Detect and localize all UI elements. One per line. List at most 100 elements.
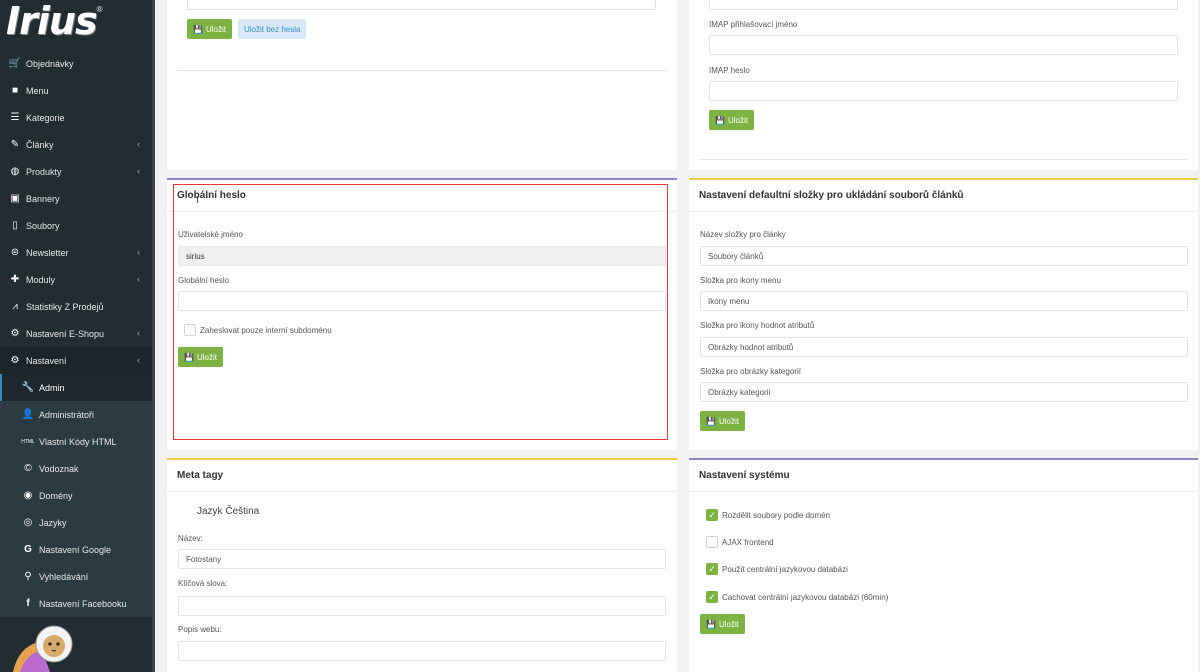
split-files-option[interactable]: ✓ Rozdělit soubory podle domén <box>706 509 830 521</box>
sidebar-item-label: Kategorie <box>26 112 65 123</box>
menu-icons-folder-input[interactable]: Ikony menu <box>700 291 1188 311</box>
sidebar-item-moduly[interactable]: ✚ Moduly ‹ <box>0 266 152 293</box>
save-without-password-button[interactable]: Uložit bez hesla <box>238 19 307 39</box>
cache-language-db-option[interactable]: ✓ Cachovat centrální jazykovou databázi … <box>706 591 888 603</box>
folders-save-button[interactable]: 💾 Uložit <box>700 411 745 431</box>
sidebar-item-vyhledavani[interactable]: ⚲ Vyhledávání <box>0 563 152 590</box>
sidebar-item-html-kody[interactable]: HTML Vlastní Kódy HTML <box>0 428 152 455</box>
cache-language-db-label: Cachovat centrální jazykovou databázi (6… <box>722 592 889 602</box>
ajax-frontend-option[interactable]: AJAX frontend <box>706 536 774 548</box>
keywords-input[interactable] <box>178 596 666 616</box>
imap-password-input[interactable] <box>709 81 1178 101</box>
sidebar-item-label: Moduly <box>26 274 56 285</box>
sidebar-item-administratori[interactable]: 👤 Administrátoři <box>0 401 152 428</box>
logo[interactable]: Irius ® <box>6 2 102 40</box>
chevron-left-icon: ‹ <box>137 274 140 284</box>
sidebar-item-nastaveni[interactable]: ⚙ Nastavení ‹ <box>0 347 152 374</box>
sidebar-item-statistiky[interactable]: ⩘ Statistiky Z Prodejů <box>0 293 152 320</box>
sidebar-item-label: Články <box>26 139 54 150</box>
panel-title: Meta tagy <box>167 460 677 492</box>
sidebar-item-domeny[interactable]: ◉ Domény <box>0 482 152 509</box>
sidebar-item-clanky[interactable]: ✎ Články ‹ <box>0 131 152 158</box>
internal-subdomain-checkbox[interactable] <box>184 324 196 336</box>
imap-user-input[interactable] <box>709 35 1178 55</box>
sidebar-item-kategorie[interactable]: ☰ Kategorie <box>0 104 152 131</box>
imap-panel: IMAP přihlašovací jméno IMAP heslo 💾 Ulož… <box>689 0 1198 170</box>
sidebar-item-objednavky[interactable]: 🛒 Objednávky <box>0 50 152 77</box>
sidebar-item-bannery[interactable]: ▣ Bannery <box>0 185 152 212</box>
internal-subdomain-label: Zaheslovat pouze interní subdoménu <box>200 325 332 335</box>
global-password-input[interactable] <box>178 291 666 311</box>
image-icon: ▣ <box>10 193 20 204</box>
site-name-label: Název: <box>178 534 203 543</box>
sidebar-item-google[interactable]: G Nastavení Google <box>0 536 152 563</box>
sidebar-item-facebook[interactable]: f Nastavení Facebooku <box>0 590 152 617</box>
sidebar-item-nastaveni-eshopu[interactable]: ⚙ Nastavení E-Shopu ‹ <box>0 320 152 347</box>
top-left-field[interactable]: odl <box>187 0 656 10</box>
sidebar-item-admin[interactable]: 🔧 Admin <box>0 374 152 401</box>
chevron-left-icon: ‹ <box>137 139 140 149</box>
attribute-icons-folder-label: Složka pro ikony hodnot atributů <box>700 321 815 330</box>
sidebar-item-soubory[interactable]: ▯ Soubory <box>0 212 152 239</box>
sidebar-item-label: Nastavení E-Shopu <box>26 328 105 339</box>
logo-text: Irius <box>6 0 98 43</box>
description-input[interactable] <box>178 641 666 661</box>
language-heading: Jazyk Čeština <box>197 506 260 517</box>
sidebar-item-label: Soubory <box>26 220 60 231</box>
sidebar-scrollbar[interactable] <box>152 0 155 672</box>
save-icon: 💾 <box>706 416 716 426</box>
split-files-checkbox[interactable]: ✓ <box>706 509 718 521</box>
panel-title: Nastavení systému <box>689 460 1198 492</box>
ajax-frontend-checkbox[interactable] <box>706 536 718 548</box>
menu-icons-folder-label: Složka pro ikony menu <box>700 276 781 285</box>
cart-icon: 🛒 <box>8 58 22 69</box>
meta-tags-panel: Meta tagy Jazyk Čeština Název: Fotostany… <box>167 458 677 672</box>
folders-panel: Nastavení defaultní složky pro ukládání … <box>689 178 1198 450</box>
imap-top-field[interactable] <box>709 0 1178 10</box>
user-icon: 👤 <box>21 409 35 420</box>
copyright-icon: © <box>24 463 32 474</box>
sidebar-item-label: Jazyky <box>39 517 67 528</box>
sidebar-item-menu[interactable]: ■ Menu <box>0 77 152 104</box>
save-icon: 💾 <box>715 115 725 125</box>
puzzle-icon: ✚ <box>10 274 20 285</box>
file-icon: ▯ <box>12 220 18 231</box>
chevron-left-icon: ‹ <box>137 166 140 176</box>
sidebar-item-label: Nastavení <box>26 355 67 366</box>
save-button-label: Uložit <box>196 352 217 362</box>
category-images-folder-input[interactable]: Obrázky kategorií <box>700 382 1188 402</box>
text-cursor-icon: I <box>196 195 199 206</box>
articles-folder-input[interactable]: Soubory článků <box>700 246 1188 266</box>
save-button[interactable]: 💾 Uložit <box>187 19 232 39</box>
central-language-db-option[interactable]: ✓ Použít centrální jazykovou databázi <box>706 563 848 575</box>
sidebar-item-jazyky[interactable]: ◎ Jazyky <box>0 509 152 536</box>
global-password-panel: Globální heslo Uživatelské jméno sirius … <box>167 178 677 450</box>
ajax-frontend-label: AJAX frontend <box>722 537 774 547</box>
site-name-input[interactable]: Fotostany <box>178 549 666 569</box>
articles-folder-label: Název složky pro články <box>700 230 786 239</box>
mascot-image <box>13 625 73 672</box>
sidebar-item-produkty[interactable]: ◍ Produkty ‹ <box>0 158 152 185</box>
sidebar-menu: 🛒 Objednávky ■ Menu ☰ Kategorie ✎ Články ‹ ◍ P… <box>0 50 152 617</box>
sidebar-item-label: Objednávky <box>26 58 74 69</box>
sidebar-item-newsletter[interactable]: ⊜ Newsletter ‹ <box>0 239 152 266</box>
html-icon: HTML <box>21 438 35 445</box>
internal-subdomain-option[interactable]: Zaheslovat pouze interní subdoménu <box>184 324 332 336</box>
username-input[interactable]: sirius <box>178 246 666 266</box>
folder-icon: ■ <box>11 85 19 96</box>
central-language-db-checkbox[interactable]: ✓ <box>706 563 718 575</box>
sidebar-item-label: Administrátoři <box>39 409 95 420</box>
global-password-save-button[interactable]: 💾 Uložit <box>178 347 223 367</box>
save-button-label: Uložit <box>205 24 226 34</box>
split-files-label: Rozdělit soubory podle domén <box>722 510 831 520</box>
sidebar-item-label: Domény <box>39 490 73 501</box>
cache-language-db-checkbox[interactable]: ✓ <box>706 591 718 603</box>
sidebar-item-label: Nastavení Facebooku <box>39 598 127 609</box>
save-icon: 💾 <box>193 24 203 34</box>
username-label: Uživatelské jméno <box>178 230 243 239</box>
system-save-button[interactable]: 💾 Uložit <box>700 614 745 634</box>
sidebar-item-label: Statistiky Z Prodejů <box>26 301 104 312</box>
imap-save-button[interactable]: 💾 Uložit <box>709 110 754 130</box>
attribute-icons-folder-input[interactable]: Obrázky hodnot atributů <box>700 337 1188 357</box>
sidebar-item-vodoznak[interactable]: © Vodoznak <box>0 455 152 482</box>
